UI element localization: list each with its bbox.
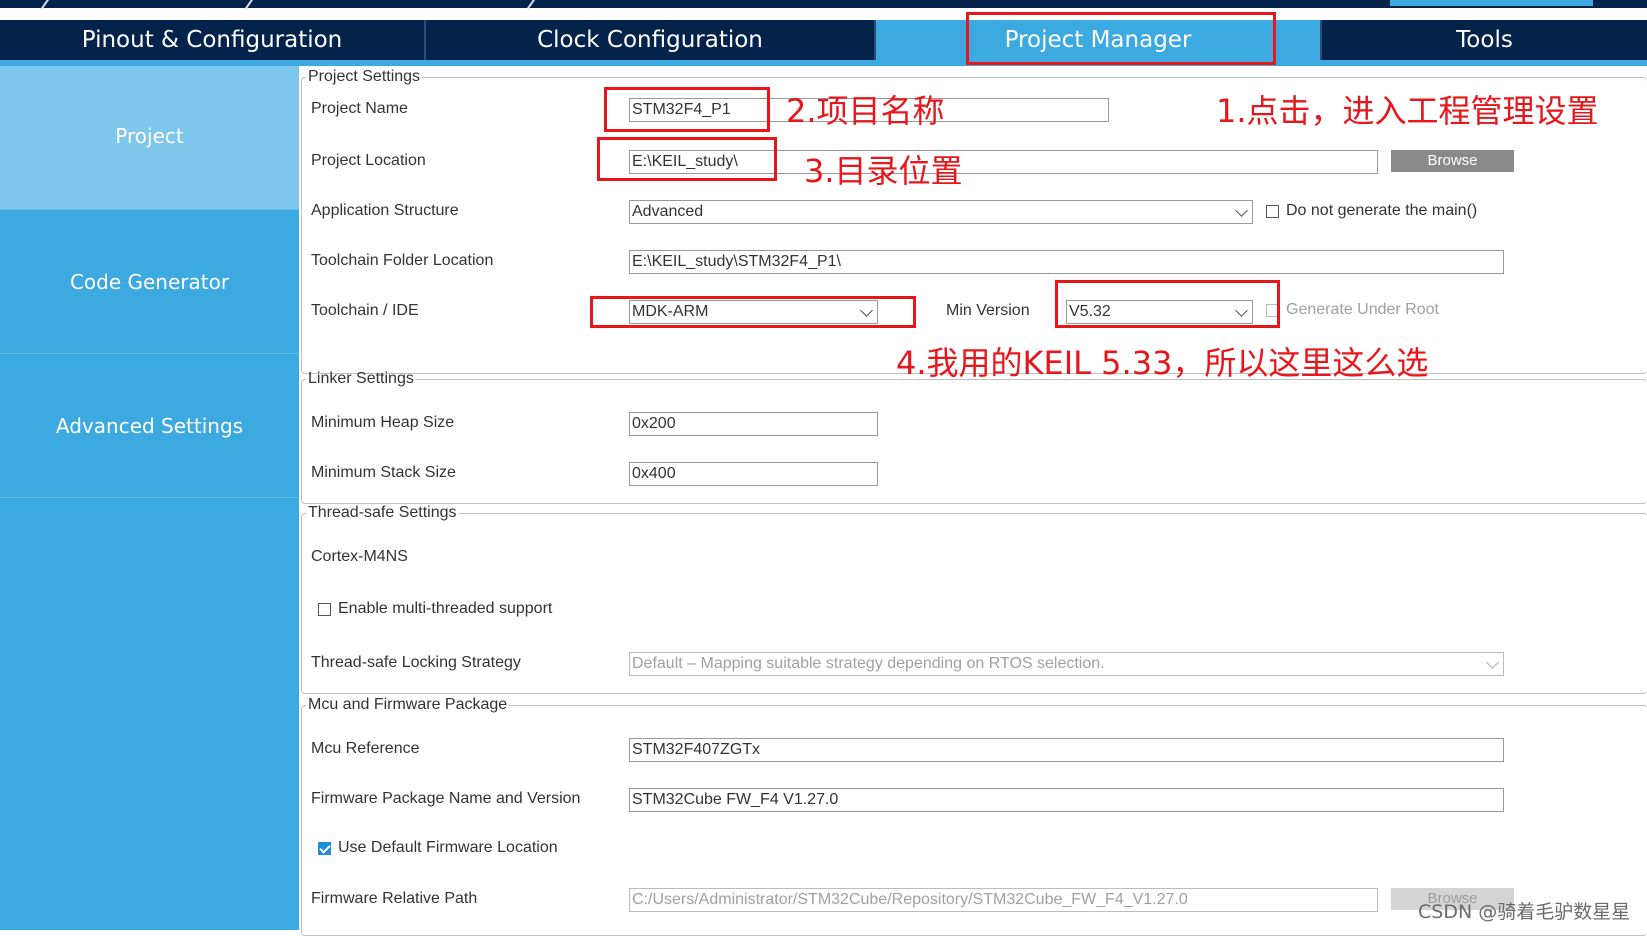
min-version-label: Min Version	[946, 302, 1030, 319]
min-stack-size-label: Minimum Stack Size	[311, 464, 456, 481]
top-strip	[0, 0, 1647, 10]
toolchain-folder-input[interactable]: E:\KEIL_study\STM32F4_P1\	[629, 250, 1504, 274]
toolchain-ide-label: Toolchain / IDE	[311, 302, 419, 319]
watermark: CSDN @骑着毛驴数星星	[1418, 901, 1631, 923]
min-stack-size-input[interactable]: 0x400	[629, 462, 878, 486]
thread-safe-settings-legend: Thread-safe Settings	[308, 504, 457, 521]
use-default-firmware-checkbox[interactable]	[318, 842, 331, 855]
firmware-relative-path-input[interactable]: C:/Users/Administrator/STM32Cube/Reposit…	[629, 888, 1378, 912]
tab-clock-configuration[interactable]: Clock Configuration	[426, 20, 876, 60]
firmware-relative-path-label: Firmware Relative Path	[311, 890, 478, 907]
multi-threaded-support-label: Enable multi-threaded support	[338, 600, 553, 617]
tab-tools[interactable]: Tools	[1322, 20, 1647, 60]
annotation-box-min-version	[1055, 280, 1280, 328]
locking-strategy-value: Default – Mapping suitable strategy depe…	[632, 655, 1105, 672]
project-settings-legend: Project Settings	[308, 68, 421, 85]
main-tab-bar: Pinout & Configuration Clock Configurati…	[0, 20, 1647, 60]
chevron-down-icon	[1486, 656, 1499, 669]
min-heap-size-input[interactable]: 0x200	[629, 412, 878, 436]
toolchain-folder-label: Toolchain Folder Location	[311, 252, 494, 269]
sidebar: Project Code Generator Advanced Settings	[0, 66, 299, 930]
tab-pinout-configuration[interactable]: Pinout & Configuration	[0, 20, 426, 60]
firmware-package-input[interactable]: STM32Cube FW_F4 V1.27.0	[629, 788, 1504, 812]
sidebar-item-code-generator[interactable]: Code Generator	[0, 210, 299, 354]
mcu-reference-input[interactable]: STM32F407ZGTx	[629, 738, 1504, 762]
firmware-package-label: Firmware Package Name and Version	[311, 790, 581, 807]
chevron-down-icon	[1235, 204, 1248, 217]
project-settings-panel: Project Settings Project Name STM32F4_P1…	[299, 66, 1647, 936]
do-not-generate-main-checkbox[interactable]	[1266, 205, 1279, 218]
annotation-note-1: 1.点击，进入工程管理设置	[1216, 92, 1599, 130]
mcu-firmware-legend: Mcu and Firmware Package	[308, 696, 508, 713]
mcu-reference-label: Mcu Reference	[311, 740, 420, 757]
linker-settings-legend: Linker Settings	[308, 370, 414, 387]
sidebar-item-project[interactable]: Project	[0, 66, 299, 210]
annotation-note-3: 3.目录位置	[804, 152, 963, 190]
application-structure-value: Advanced	[632, 203, 704, 220]
annotation-box-project-manager	[966, 12, 1276, 65]
annotation-box-toolchain	[590, 296, 916, 328]
locking-strategy-select[interactable]: Default – Mapping suitable strategy depe…	[629, 652, 1504, 676]
core-name-label: Cortex-M4NS	[311, 548, 408, 565]
generate-under-root-label: Generate Under Root	[1286, 301, 1439, 318]
annotation-note-2: 2.项目名称	[786, 92, 945, 130]
annotation-box-project-name	[604, 87, 770, 132]
use-default-firmware-label: Use Default Firmware Location	[338, 839, 558, 856]
linker-settings-group: Linker Settings	[301, 370, 1647, 504]
annotation-note-4: 4.我用的KEIL 5.33，所以这里这么选	[896, 344, 1429, 382]
do-not-generate-main-label: Do not generate the main()	[1286, 202, 1478, 219]
annotation-box-project-location	[597, 137, 777, 181]
project-location-label: Project Location	[311, 152, 426, 169]
application-structure-select[interactable]: Advanced	[629, 200, 1253, 224]
application-structure-label: Application Structure	[311, 202, 459, 219]
multi-threaded-support-checkbox[interactable]	[318, 603, 331, 616]
min-heap-size-label: Minimum Heap Size	[311, 414, 455, 431]
project-name-label: Project Name	[311, 100, 408, 117]
sidebar-item-advanced-settings[interactable]: Advanced Settings	[0, 354, 299, 498]
locking-strategy-label: Thread-safe Locking Strategy	[311, 654, 521, 671]
project-location-browse-button[interactable]: Browse	[1391, 150, 1514, 172]
